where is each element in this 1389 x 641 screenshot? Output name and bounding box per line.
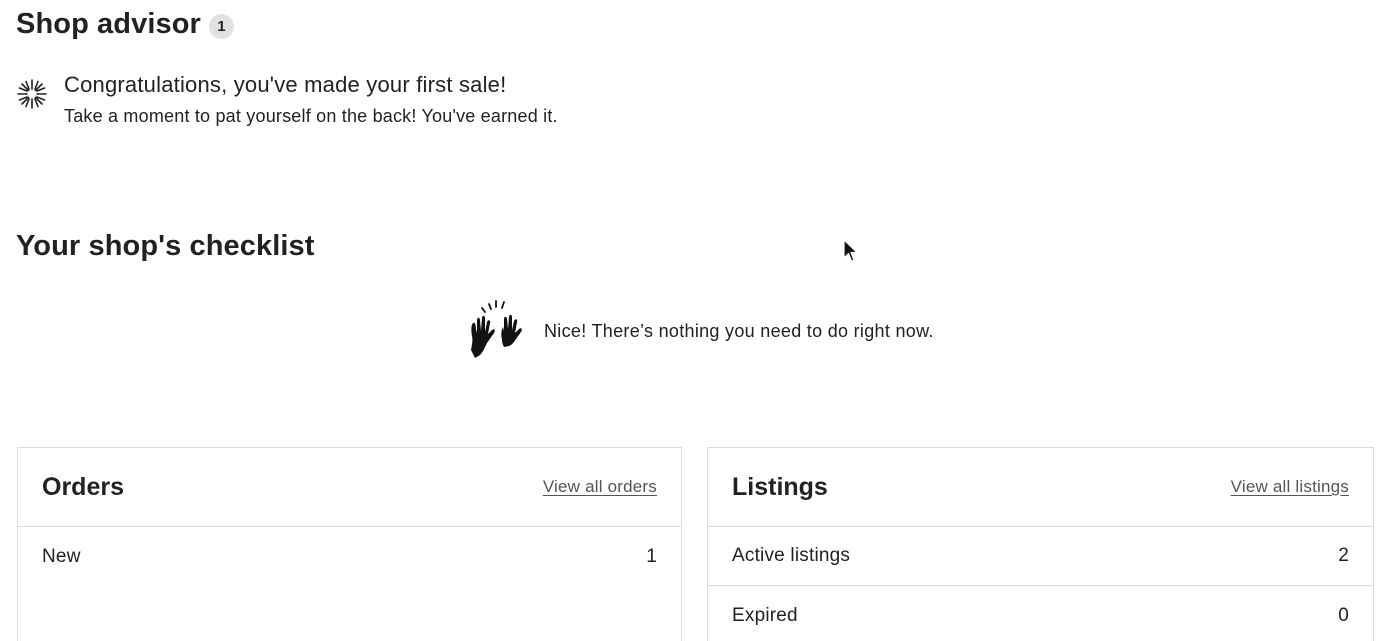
shop-advisor-count-badge: 1 (208, 14, 234, 39)
listings-card-header: Listings View all listings (708, 448, 1373, 527)
listings-row-label: Active listings (732, 545, 851, 566)
orders-row-label: New (42, 545, 81, 567)
listings-row-label: Expired (732, 604, 798, 626)
listings-row-expired[interactable]: Expired 0 (708, 586, 1373, 641)
orders-row-value: 1 (646, 545, 657, 567)
listings-card: Listings View all listings Active listin… (707, 447, 1374, 641)
checklist-title: Your shop's checklist (16, 230, 315, 262)
listings-row-value: 0 (1338, 604, 1349, 626)
orders-card-title: Orders (42, 472, 124, 501)
advisor-item-text: Congratulations, you've made your first … (64, 72, 558, 127)
listings-row-active[interactable]: Active listings 2 (708, 527, 1373, 586)
checklist-empty-message: Nice! There’s nothing you need to do rig… (544, 320, 934, 341)
orders-row-new[interactable]: New 1 (18, 527, 681, 586)
checklist-empty-state: Nice! There’s nothing you need to do rig… (466, 300, 934, 362)
advisor-item: Congratulations, you've made your first … (16, 72, 558, 127)
shop-advisor-header: Shop advisor 1 (16, 8, 234, 41)
view-all-listings-link[interactable]: View all listings (1231, 477, 1349, 497)
orders-card-header: Orders View all orders (18, 448, 681, 527)
listings-row-value: 2 (1338, 545, 1349, 566)
advisor-item-subtitle: Take a moment to pat yourself on the bac… (64, 106, 558, 126)
view-all-orders-link[interactable]: View all orders (543, 477, 657, 497)
orders-card: Orders View all orders New 1 (17, 447, 682, 641)
burst-icon (17, 79, 47, 109)
advisor-item-title: Congratulations, you've made your first … (64, 72, 507, 97)
shop-advisor-title: Shop advisor (16, 8, 201, 40)
mouse-cursor-icon (843, 239, 858, 262)
listings-card-title: Listings (732, 472, 828, 501)
raised-hands-icon (471, 300, 522, 358)
